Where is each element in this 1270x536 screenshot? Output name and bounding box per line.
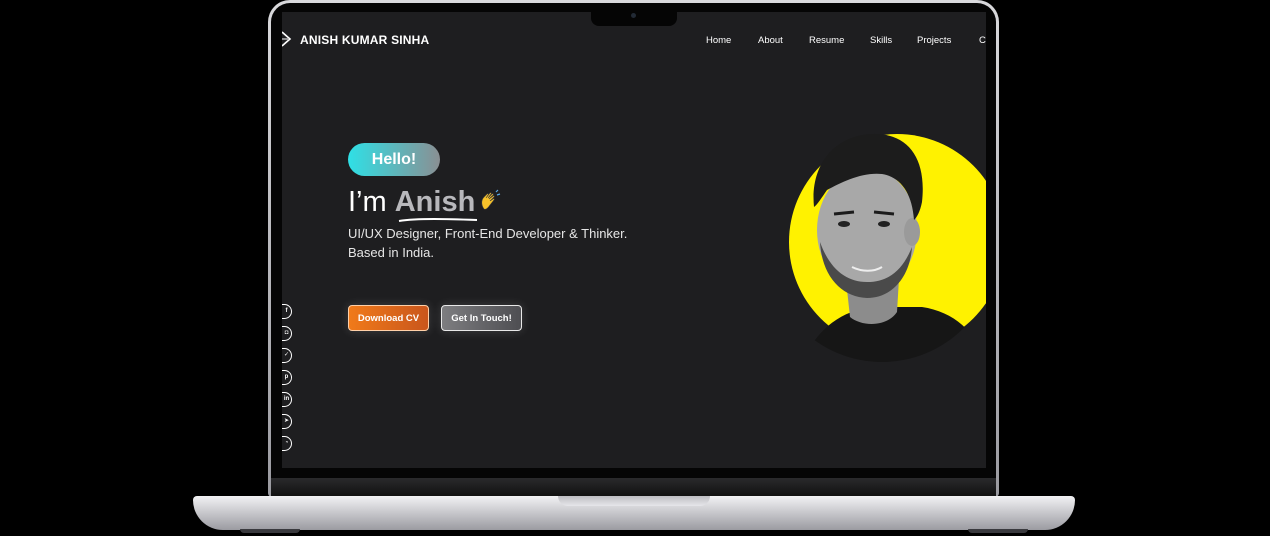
linkedin-icon[interactable]: in	[282, 392, 292, 407]
tagline-line-2: Based in India.	[348, 245, 435, 260]
telegram-icon[interactable]: ➤	[282, 414, 292, 429]
waving-hand-icon	[481, 189, 501, 210]
facebook-icon[interactable]: f	[282, 304, 292, 319]
site-name[interactable]: ANISH KUMAR SINHA	[300, 33, 429, 47]
download-cv-button[interactable]: Download CV	[348, 305, 429, 331]
nav-about[interactable]: About	[758, 35, 783, 46]
nav-resume[interactable]: Resume	[809, 35, 844, 46]
instagram-icon[interactable]: ◘	[282, 326, 292, 341]
website-screen: ANISH KUMAR SINHA Home About Resume Skil…	[282, 12, 986, 468]
laptop-foot-left	[240, 529, 300, 533]
tagline-line-1: UI/UX Designer, Front-End Developer & Th…	[348, 226, 628, 241]
hero-headline: I’m Anish	[348, 186, 502, 222]
twitter-icon[interactable]: ✓	[282, 348, 292, 363]
name-underline	[398, 218, 478, 222]
hero-name: Anish	[394, 186, 476, 218]
nav-home[interactable]: Home	[706, 35, 731, 46]
laptop-opening-lip	[558, 496, 710, 506]
nav-skills[interactable]: Skills	[870, 35, 892, 46]
laptop-foot-right	[968, 529, 1028, 533]
camera-notch	[591, 12, 677, 26]
logo-icon[interactable]	[282, 30, 294, 48]
hello-badge: Hello!	[348, 143, 440, 176]
get-in-touch-button[interactable]: Get In Touch!	[441, 305, 522, 331]
whatsapp-icon[interactable]: ◔	[282, 436, 292, 451]
profile-portrait	[789, 133, 986, 362]
nav-projects[interactable]: Projects	[917, 35, 951, 46]
pinterest-icon[interactable]: p	[282, 370, 292, 385]
laptop-hinge	[271, 478, 996, 496]
camera-icon	[631, 13, 636, 18]
hero-tagline: UI/UX Designer, Front-End Developer & Th…	[348, 224, 668, 262]
nav-contact[interactable]: Co	[979, 35, 986, 46]
greeting-text: I’m	[348, 186, 387, 218]
